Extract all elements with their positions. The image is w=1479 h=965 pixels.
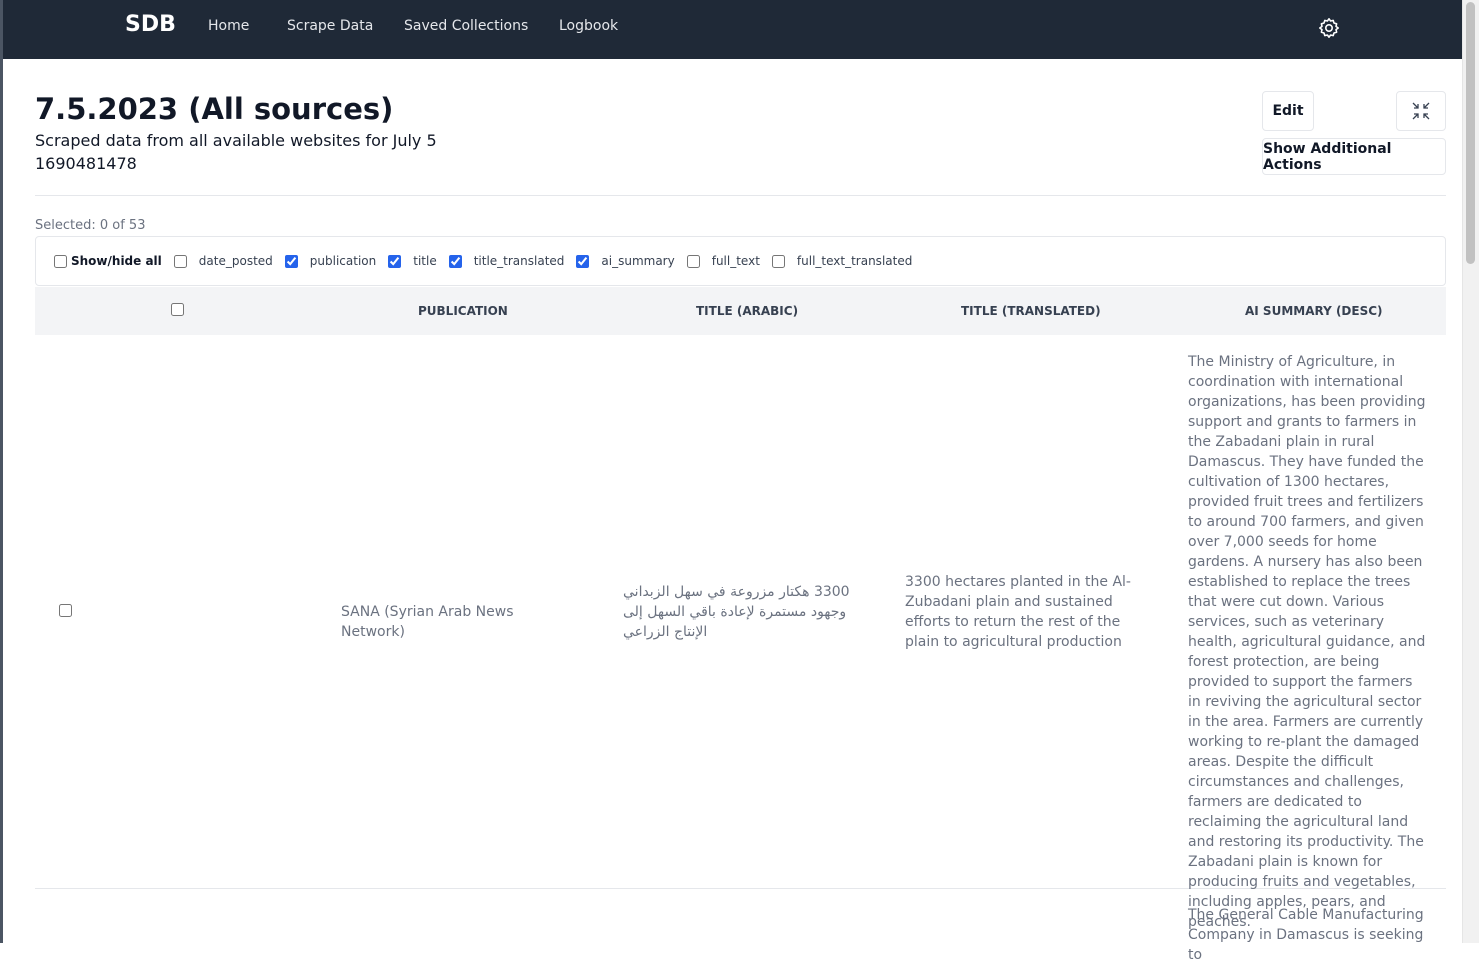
page-scrollbar[interactable] — [1462, 0, 1479, 943]
toggle-title-translated[interactable]: title_translated — [447, 254, 564, 268]
page-title: 7.5.2023 (All sources) — [35, 92, 394, 126]
edit-button[interactable]: Edit — [1262, 91, 1314, 131]
table-header: PUBLICATION TITLE (ARABIC) TITLE (TRANSL… — [35, 287, 1446, 335]
collapse-button[interactable] — [1396, 91, 1446, 131]
cell-ai-summary: The Ministry of Agriculture, in coordina… — [1188, 354, 1426, 930]
cell-publication: SANA (Syrian Arab News Network) — [341, 604, 514, 640]
table-row[interactable]: The General Cable Manufacturing Company … — [35, 889, 1446, 963]
header-publication[interactable]: PUBLICATION — [418, 304, 508, 318]
cell-title-translated: 3300 hectares planted in the Al-Zubadani… — [905, 574, 1131, 650]
collapse-icon — [1412, 102, 1430, 120]
checkbox[interactable] — [284, 254, 298, 268]
window-edge — [0, 0, 3, 943]
brand-logo[interactable]: SDB — [125, 12, 176, 37]
page-id: 1690481478 — [35, 154, 137, 173]
nav-scrape-data[interactable]: Scrape Data — [287, 18, 373, 34]
nav-logbook[interactable]: Logbook — [559, 18, 618, 34]
header-divider — [35, 195, 1446, 196]
gear-icon[interactable] — [1317, 16, 1341, 40]
checkbox[interactable] — [771, 254, 785, 268]
checkbox[interactable] — [686, 254, 700, 268]
column-toggle-bar: Show/hide all date_posted publication ti… — [35, 236, 1446, 286]
show-additional-actions-button[interactable]: Show Additional Actions — [1262, 138, 1446, 175]
checkbox[interactable] — [54, 254, 67, 268]
scrollbar-thumb[interactable] — [1466, 2, 1475, 264]
checkbox[interactable] — [388, 254, 402, 268]
toggle-date-posted[interactable]: date_posted — [172, 254, 273, 268]
selected-count: Selected: 0 of 53 — [35, 218, 146, 233]
table-row[interactable]: SANA (Syrian Arab News Network) 3300 هكت… — [35, 336, 1446, 930]
nav-home[interactable]: Home — [208, 18, 249, 34]
header-title-translated[interactable]: TITLE (TRANSLATED) — [961, 304, 1101, 318]
toggle-show-hide-all[interactable]: Show/hide all — [52, 254, 162, 268]
checkbox[interactable] — [448, 254, 462, 268]
header-ai-summary[interactable]: AI SUMMARY (DESC) — [1245, 304, 1383, 318]
toggle-publication[interactable]: publication — [283, 254, 376, 268]
select-all-checkbox[interactable] — [171, 303, 184, 316]
cell-title-arabic: 3300 هكتار مزروعة في سهل الزبداني وجهود … — [623, 584, 850, 640]
row-checkbox[interactable] — [59, 604, 72, 617]
top-navbar: SDB Home Scrape Data Saved Collections L… — [3, 0, 1463, 59]
page-description: Scraped data from all available websites… — [35, 131, 437, 150]
toggle-full-text[interactable]: full_text — [685, 254, 760, 268]
toggle-full-text-translated[interactable]: full_text_translated — [770, 254, 912, 268]
checkbox[interactable] — [576, 254, 590, 268]
toggle-title[interactable]: title — [386, 254, 437, 268]
page-header: 7.5.2023 (All sources) Scraped data from… — [35, 90, 437, 176]
checkbox[interactable] — [173, 254, 187, 268]
nav-saved-collections[interactable]: Saved Collections — [404, 18, 528, 34]
cell-ai-summary: The General Cable Manufacturing Company … — [1188, 907, 1424, 963]
header-title-arabic[interactable]: TITLE (ARABIC) — [696, 304, 798, 318]
toggle-ai-summary[interactable]: ai_summary — [574, 254, 675, 268]
